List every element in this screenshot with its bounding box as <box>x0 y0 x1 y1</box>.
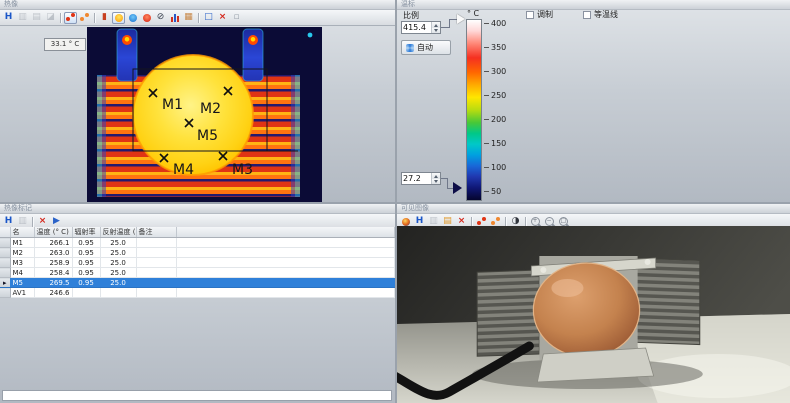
save-icon[interactable]: H <box>2 12 15 24</box>
copy-icon[interactable]: ▥ <box>16 216 29 228</box>
spin-down-icon[interactable] <box>432 28 440 34</box>
table-row[interactable]: M2263.0 0.9525.0 <box>0 248 395 258</box>
max-temp-spinner <box>401 21 441 34</box>
col-note[interactable]: 备注 <box>136 227 176 238</box>
blend-checkbox[interactable] <box>526 11 534 19</box>
select-rect-icon[interactable]: □ <box>202 12 215 24</box>
table-row[interactable]: M4258.4 0.9525.0 <box>0 268 395 278</box>
markers-table: 名 温度 (° C) 辐射率 反射温度 (° 备注 M1266.1 0.9525… <box>0 227 395 298</box>
palette-cool-icon[interactable] <box>126 12 139 24</box>
min-temp-input[interactable] <box>402 173 431 184</box>
histogram-icon[interactable] <box>168 12 181 24</box>
app-window: 热像 H▥▤◪▮⊘▦□×▫ <box>0 0 790 403</box>
table-row-selected[interactable]: ▸ M5269.5 0.9525.0 <box>0 278 395 288</box>
thermal-image[interactable]: M1 M2 M5 M4 M3 <box>87 27 322 202</box>
thermal-panel: 热像 H▥▤◪ ▮ ⊘ ▦ □×▫ <box>0 0 395 202</box>
clamp-base <box>537 348 653 382</box>
right-heatsink <box>636 258 700 344</box>
isotherm-checkbox-row: 等温线 <box>583 9 618 20</box>
left-post <box>117 29 137 81</box>
table-row[interactable]: M3258.9 0.9525.0 <box>0 258 395 268</box>
min-level-marker[interactable] <box>453 182 462 194</box>
min-temp-spinner <box>401 172 441 185</box>
max-temp-input[interactable] <box>402 22 431 33</box>
report-icon[interactable]: ▫ <box>230 12 243 24</box>
right-post <box>243 29 263 81</box>
tick-150: 150 <box>484 139 506 148</box>
image-icon[interactable]: ▦ <box>182 12 195 24</box>
hot-disc <box>133 55 253 175</box>
delete-icon[interactable]: × <box>216 12 229 24</box>
auto-scale-button[interactable]: 自动 <box>401 40 451 55</box>
unit-label: ° C <box>467 9 479 18</box>
note-input[interactable] <box>2 390 392 401</box>
save-icon[interactable]: H <box>2 216 15 228</box>
tick-350: 350 <box>484 43 506 52</box>
tick-50: 50 <box>484 187 501 196</box>
col-filler <box>176 227 395 238</box>
table-row[interactable]: M1266.1 0.9525.0 <box>0 238 395 248</box>
marker-m3-label[interactable]: M3 <box>232 162 253 178</box>
markers-panel-title: 热像标记 <box>0 204 395 214</box>
marker-m5-label[interactable]: M5 <box>197 128 218 144</box>
tick-100: 100 <box>484 163 506 172</box>
cursor-temperature-label: 33.1 ° C <box>44 38 86 51</box>
table-row[interactable]: AV1246.6 <box>0 288 395 298</box>
ratio-label: 比例 <box>403 10 419 21</box>
auto-icon <box>406 44 414 52</box>
tick-300: 300 <box>484 67 506 76</box>
marker-m2-label[interactable]: M2 <box>200 101 221 117</box>
palette-warm-icon[interactable] <box>112 12 125 24</box>
selected-row-indicator: ▸ <box>0 278 10 288</box>
profile-red-icon[interactable] <box>64 12 77 24</box>
max-level-marker[interactable] <box>457 14 465 24</box>
thermometer-icon[interactable]: ▮ <box>98 12 111 24</box>
export-icon[interactable]: ◪ <box>44 12 57 24</box>
copy-icon[interactable]: ▥ <box>16 12 29 24</box>
profile-orange-icon[interactable] <box>78 12 91 24</box>
tick-400: 400 <box>484 19 506 28</box>
delete-icon[interactable]: × <box>36 216 49 228</box>
col-name[interactable]: 名 <box>10 227 34 238</box>
blend-checkbox-row: 调制 <box>526 9 553 20</box>
visible-image[interactable] <box>397 226 790 403</box>
isotherm-checkbox[interactable] <box>583 11 591 19</box>
col-emissivity[interactable]: 辐射率 <box>72 227 100 238</box>
spin-down-icon[interactable] <box>432 179 440 185</box>
thermal-panel-title: 热像 <box>0 0 395 10</box>
marker-m1-label[interactable]: M1 <box>162 97 183 113</box>
scale-panel: 温标 比例 ° C 自动 400 350 300 250 200 150 100… <box>397 0 790 202</box>
send-icon[interactable]: ▶ <box>50 216 63 228</box>
palette-hot-icon[interactable] <box>140 12 153 24</box>
visible-panel: 可见图像 H▥▤×◑+−□ <box>397 204 790 403</box>
marker-m4-label[interactable]: M4 <box>173 162 194 178</box>
exclude-icon[interactable]: ⊘ <box>154 12 167 24</box>
color-scale-bar[interactable] <box>466 19 482 201</box>
print-icon[interactable]: ▤ <box>30 12 43 24</box>
table-header-row: 名 温度 (° C) 辐射率 反射温度 (° 备注 <box>0 227 395 238</box>
tick-200: 200 <box>484 115 506 124</box>
visible-panel-title: 可见图像 <box>397 204 790 214</box>
row-gutter-header <box>0 227 10 238</box>
markers-table-panel: 热像标记 H▥ ×▶ 名 温度 (° C) 辐射率 反射温度 (° 备注 M126… <box>0 204 395 403</box>
col-temperature[interactable]: 温度 (° C) <box>34 227 72 238</box>
col-reflected[interactable]: 反射温度 (° <box>100 227 136 238</box>
copper-disc <box>533 263 639 357</box>
tick-250: 250 <box>484 91 506 100</box>
thermal-toolbar: H▥▤◪ ▮ ⊘ ▦ □×▫ <box>0 10 395 26</box>
